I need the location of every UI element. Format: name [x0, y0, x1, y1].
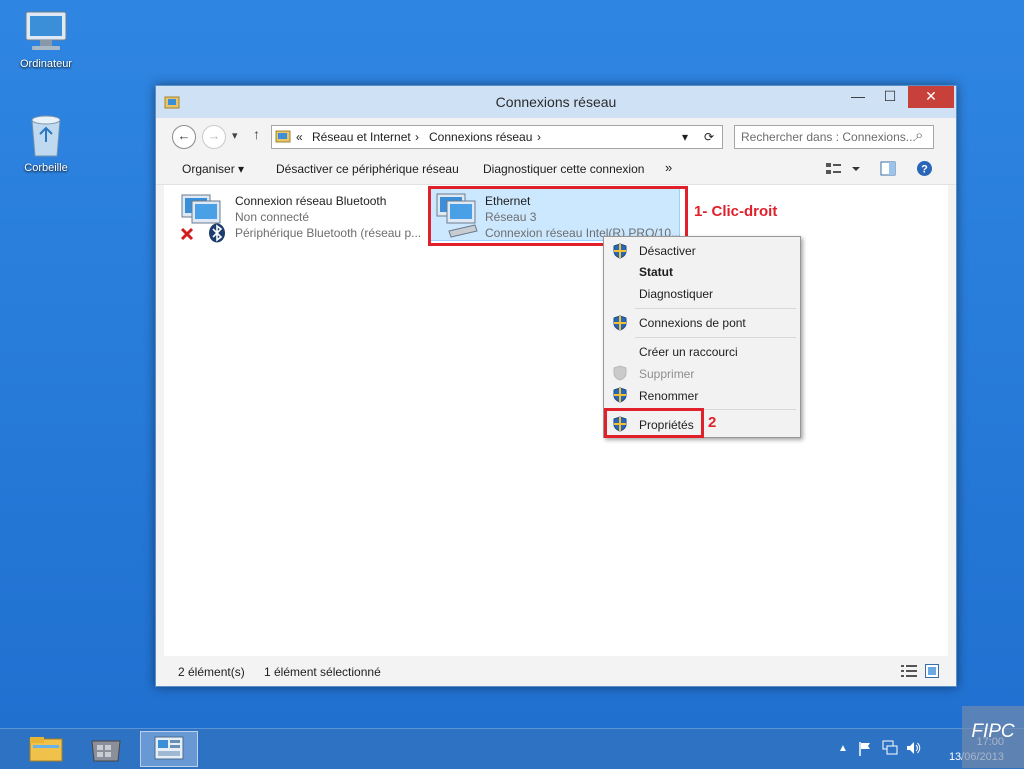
- menu-item-rename[interactable]: Renommer: [639, 389, 698, 403]
- address-row: ← → ▾ ↑ « Réseau et Internet › Connexion…: [156, 119, 956, 153]
- recent-locations-dropdown[interactable]: ▾: [232, 129, 238, 142]
- shield-icon: [613, 365, 627, 381]
- taskbar: ▲ 17:00 13/06/2013: [0, 728, 1024, 769]
- item-count: 2 élément(s): [178, 665, 245, 679]
- menu-item-delete[interactable]: Supprimer: [639, 367, 694, 381]
- search-input[interactable]: Rechercher dans : Connexions... ⌕: [734, 125, 934, 149]
- menu-item-diagnose[interactable]: Diagnostiquer: [639, 287, 713, 301]
- status-bar: 2 élément(s) 1 élément sélectionné: [156, 656, 956, 686]
- breadcrumb-network-internet[interactable]: Réseau et Internet: [312, 130, 411, 144]
- connections-list: Connexion réseau Bluetooth Non connecté …: [164, 185, 948, 656]
- menu-item-bridge-connections[interactable]: Connexions de pont: [639, 316, 746, 330]
- annotation-step-2: 2: [708, 414, 717, 431]
- search-icon[interactable]: ⌕: [915, 127, 923, 144]
- item-device: Périphérique Bluetooth (réseau p...: [235, 226, 422, 240]
- annotation-box-properties: [604, 408, 704, 438]
- recycle-bin-icon: [31, 115, 61, 157]
- address-dropdown[interactable]: ▾: [682, 130, 688, 144]
- maximize-button[interactable]: ☐: [874, 86, 906, 108]
- menu-item-create-shortcut[interactable]: Créer un raccourci: [639, 345, 738, 359]
- command-bar: Organiser ▾ Désactiver ce périphérique r…: [156, 154, 956, 185]
- title-bar[interactable]: Connexions réseau — ☐ ✕: [156, 86, 956, 118]
- item-status: Non connecté: [235, 210, 310, 224]
- back-button[interactable]: ←: [172, 125, 196, 149]
- disconnected-x-icon: [180, 227, 194, 241]
- menu-item-disable[interactable]: Désactiver: [639, 244, 696, 258]
- organize-menu[interactable]: Organiser ▾: [182, 162, 244, 176]
- taskbar-control-panel[interactable]: [140, 731, 198, 767]
- desktop: Ordinateur Corbeille Connexions réseau —…: [0, 0, 1024, 769]
- tray-expand-button[interactable]: ▲: [838, 743, 848, 754]
- network-tray-icon[interactable]: [882, 740, 898, 756]
- breadcrumb-network-connections[interactable]: Connexions réseau: [429, 130, 532, 144]
- minimize-button[interactable]: —: [842, 86, 874, 108]
- menu-separator: [635, 308, 796, 309]
- search-placeholder: Rechercher dans : Connexions...: [741, 130, 916, 144]
- volume-icon[interactable]: [906, 740, 922, 756]
- svg-text:?: ?: [921, 164, 928, 176]
- watermark-logo: FIPC: [962, 706, 1024, 768]
- store-icon: [91, 740, 121, 762]
- item-name: Connexion réseau Bluetooth: [235, 194, 387, 208]
- menu-item-status[interactable]: Statut: [639, 265, 673, 279]
- shield-icon: [613, 315, 627, 331]
- shield-icon: [613, 387, 627, 403]
- control-panel-icon: [275, 130, 291, 143]
- action-center-flag-icon[interactable]: [858, 741, 872, 757]
- window-title: Connexions réseau: [495, 94, 617, 110]
- close-button[interactable]: ✕: [908, 86, 954, 108]
- desktop-icon-label: Corbeille: [24, 162, 68, 174]
- computer-icon: [25, 11, 67, 50]
- address-bar[interactable]: « Réseau et Internet › Connexions réseau…: [271, 125, 723, 149]
- annotation-step-1: 1- Clic-droit: [694, 203, 778, 220]
- preview-pane-icon[interactable]: [880, 161, 896, 177]
- control-panel-icon: [154, 736, 184, 760]
- disable-device-button[interactable]: Désactiver ce périphérique réseau: [276, 162, 459, 176]
- up-button[interactable]: ↑: [253, 126, 260, 142]
- details-view-icon[interactable]: [901, 664, 917, 678]
- diagnose-connection-button[interactable]: Diagnostiquer cette connexion: [483, 162, 644, 176]
- desktop-icon-computer[interactable]: Ordinateur: [8, 10, 84, 70]
- large-icons-view-icon[interactable]: [925, 664, 939, 678]
- breadcrumb-separator[interactable]: ›: [415, 130, 419, 144]
- taskbar-file-explorer[interactable]: [17, 731, 75, 767]
- shield-icon: [613, 243, 627, 259]
- taskbar-store[interactable]: [78, 731, 136, 767]
- view-options-icon[interactable]: [826, 162, 860, 176]
- list-item-bluetooth[interactable]: Connexion réseau Bluetooth Non connecté …: [178, 189, 428, 243]
- forward-button[interactable]: →: [202, 125, 226, 149]
- file-explorer-icon: [29, 737, 63, 762]
- bluetooth-icon: [209, 223, 225, 243]
- desktop-icon-label: Ordinateur: [20, 58, 72, 70]
- breadcrumb-separator[interactable]: ›: [537, 130, 541, 144]
- selection-count: 1 élément sélectionné: [264, 665, 381, 679]
- menu-separator: [635, 337, 796, 338]
- network-connections-window: Connexions réseau — ☐ ✕ ← → ▾ ↑ « Réseau…: [155, 85, 957, 687]
- refresh-button[interactable]: ⟳: [704, 130, 714, 144]
- desktop-icon-recycle-bin[interactable]: Corbeille: [8, 110, 84, 174]
- more-commands-button[interactable]: »: [665, 160, 672, 175]
- breadcrumb-prefix[interactable]: «: [296, 130, 303, 144]
- help-icon[interactable]: ?: [916, 160, 933, 177]
